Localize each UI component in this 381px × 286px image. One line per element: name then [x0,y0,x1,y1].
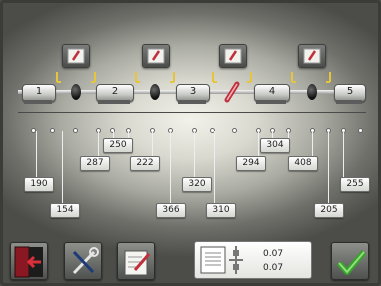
exit-button[interactable] [10,242,48,280]
screen-frame [0,0,381,286]
notepad-pencil-icon [124,250,151,276]
leader-line [328,131,329,206]
wrench-screwdriver-icon [72,247,99,275]
foot [256,100,286,104]
foot [24,100,52,104]
pencil-icon [147,48,165,64]
dimension-label[interactable]: 190 [24,177,54,192]
exit-door-icon [14,246,43,278]
dimension-label[interactable]: 408 [288,156,318,171]
foot [178,100,206,104]
alignment-readout-icon [200,246,243,274]
coupling-icon [71,84,81,100]
measure-point [73,128,78,133]
misaligned-coupling-icon [224,81,240,103]
leader-line [343,131,344,178]
pencil-icon [224,48,242,64]
roll-label: 3 [189,86,197,97]
dimension-label[interactable]: 154 [50,203,80,218]
edit-coupling-3-button[interactable] [219,44,247,68]
offset-value-1: 0.07 [263,249,284,259]
leader-line [170,131,171,206]
measure-point [232,128,237,133]
leader-line [152,131,153,157]
notes-button[interactable] [117,242,155,280]
reference-line [18,112,366,113]
roll-label: 5 [346,86,354,97]
coupling-icon [150,84,160,100]
tools-button[interactable] [64,242,102,280]
dimension-label[interactable]: 310 [206,203,236,218]
roll-label: 2 [111,86,119,97]
dimension-label[interactable]: 250 [103,138,133,153]
leader-line [194,131,195,178]
foot [98,100,130,104]
edit-coupling-4-button[interactable] [298,44,326,68]
dimension-label[interactable]: 255 [340,177,370,192]
coupling-icon [307,84,317,100]
measure-point [358,128,363,133]
dimension-label[interactable]: 287 [80,156,110,171]
alignment-screen: 1 2 3 4 5 250 304 287 222 294 408 190 32… [0,0,381,286]
dimension-label[interactable]: 222 [130,156,160,171]
dimension-label[interactable]: 294 [236,156,266,171]
leader-line [62,131,63,206]
leader-line [36,131,37,178]
dimension-label[interactable]: 320 [182,177,212,192]
roll-label: 1 [35,86,43,97]
measure-point [50,128,55,133]
offset-value-2: 0.07 [263,263,284,273]
dimension-label[interactable]: 205 [314,203,344,218]
leader-line [98,131,99,157]
dimension-label[interactable]: 304 [260,138,290,153]
roll-label: 4 [268,86,276,97]
leader-line [214,131,215,206]
offset-readout: 0.07 0.07 [194,241,312,279]
leader-line [312,131,313,157]
leader-line [258,131,259,157]
pencil-icon [303,48,321,64]
checkmark-icon [336,250,367,275]
pencil-icon [67,48,85,64]
confirm-button[interactable] [331,242,369,280]
dimension-label[interactable]: 366 [156,203,186,218]
edit-coupling-1-button[interactable] [62,44,90,68]
edit-coupling-2-button[interactable] [142,44,170,68]
foot [336,100,362,104]
